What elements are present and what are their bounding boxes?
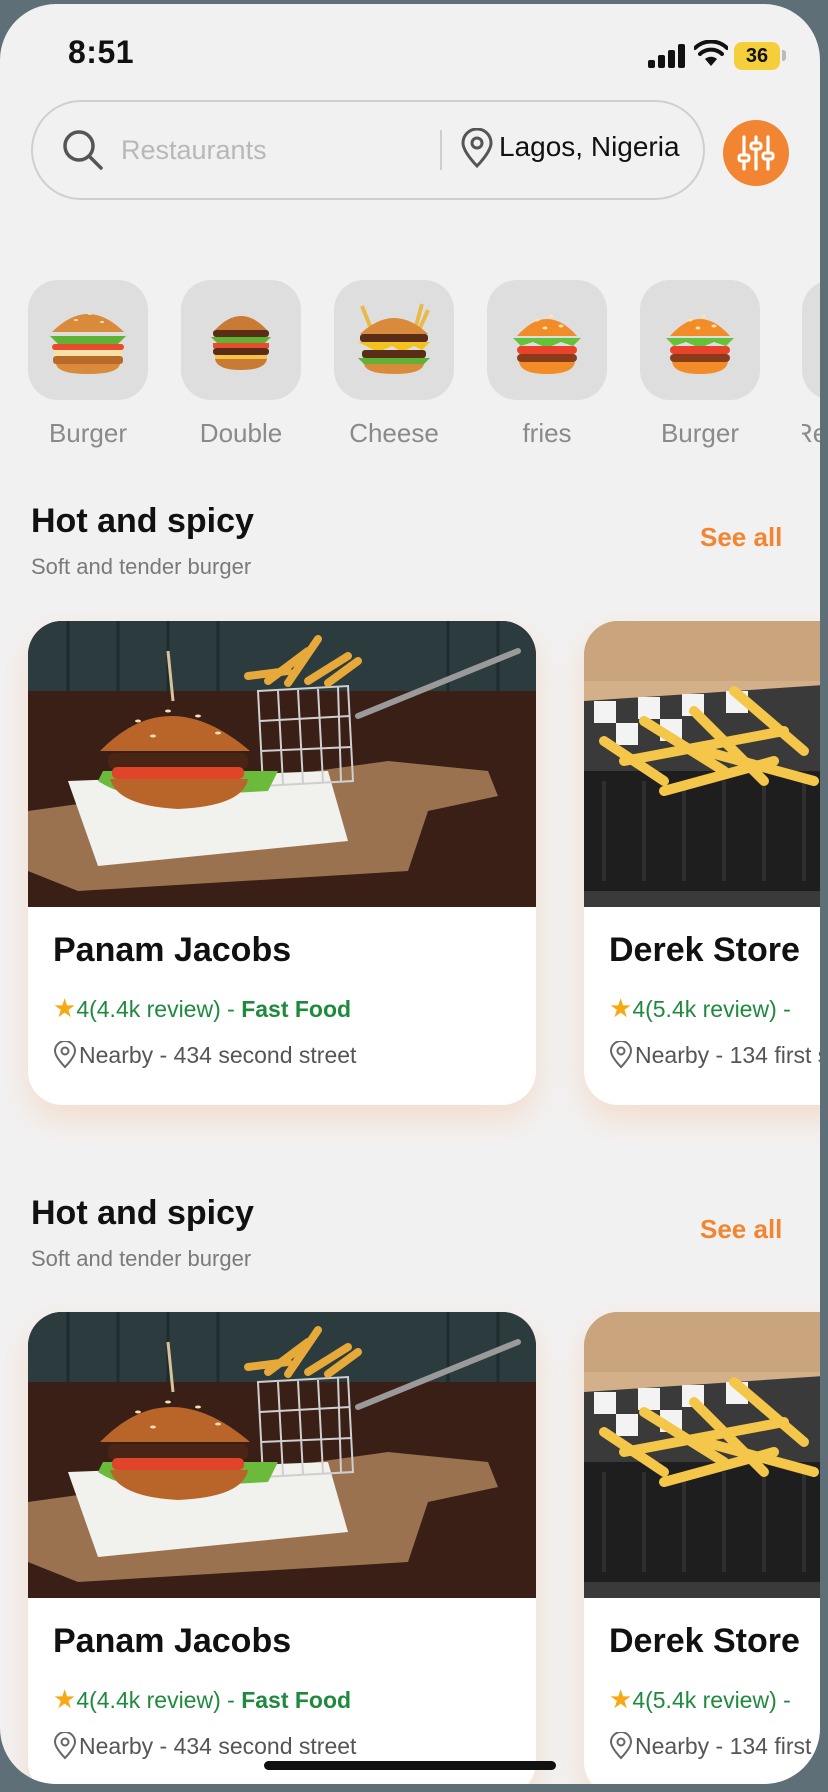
restaurant-category: Fast Food bbox=[241, 1687, 352, 1713]
status-time: 8:51 bbox=[68, 34, 135, 70]
restaurant-card[interactable]: Derek Store ★4(5.4k review) - Nearby - 1… bbox=[584, 1312, 820, 1784]
section-subtitle: Soft and tender burger bbox=[31, 554, 252, 579]
burger-emoji-icon bbox=[666, 314, 734, 374]
rating-text: 4(4.4k review) - bbox=[76, 1687, 235, 1713]
burger-fries-image bbox=[28, 1312, 536, 1598]
category-fries[interactable]: fries bbox=[487, 280, 607, 449]
category-label: Re bbox=[802, 418, 820, 448]
restaurant-address: Nearby - 134 first street bbox=[609, 1731, 820, 1760]
battery-icon: 36 bbox=[734, 42, 780, 70]
address-text: Nearby - 134 first street bbox=[635, 1733, 820, 1759]
restaurant-address: Nearby - 434 second street bbox=[53, 1731, 357, 1760]
restaurant-rating: ★4(4.4k review) - Fast Food bbox=[53, 1684, 351, 1715]
home-indicator[interactable] bbox=[264, 1761, 556, 1770]
search-icon bbox=[63, 130, 103, 170]
category-tile bbox=[181, 280, 301, 400]
filter-button[interactable] bbox=[723, 120, 789, 186]
category-cheese[interactable]: Cheese bbox=[334, 280, 454, 449]
restaurant-card[interactable]: Panam Jacobs ★4(4.4k review) - Fast Food… bbox=[28, 1312, 536, 1784]
rating-text: 4(5.4k review) - bbox=[632, 996, 791, 1022]
restaurant-name: Derek Store bbox=[609, 1622, 800, 1660]
location-pin-icon[interactable] bbox=[459, 128, 495, 168]
restaurant-rating: ★4(5.4k review) - bbox=[609, 1684, 791, 1715]
restaurant-address: Nearby - 434 second street bbox=[53, 1040, 357, 1069]
category-partial[interactable]: Re bbox=[802, 280, 820, 449]
location-pin-icon bbox=[53, 1040, 77, 1069]
category-label: Burger bbox=[48, 418, 128, 448]
rating-text: 4(5.4k review) - bbox=[632, 1687, 791, 1713]
wifi-icon bbox=[694, 40, 728, 66]
battery-tip bbox=[782, 50, 786, 61]
category-label: Cheese bbox=[349, 418, 439, 448]
section-title: Hot and spicy bbox=[31, 1194, 254, 1232]
location-pin-icon bbox=[53, 1731, 77, 1760]
burger-fries-image bbox=[28, 621, 536, 907]
location-pin-icon bbox=[609, 1040, 633, 1069]
category-tile bbox=[487, 280, 607, 400]
address-text: Nearby - 434 second street bbox=[79, 1042, 357, 1068]
search-divider bbox=[440, 130, 442, 170]
category-tile bbox=[802, 280, 820, 400]
star-icon: ★ bbox=[53, 993, 77, 1023]
category-label: fries bbox=[522, 418, 572, 448]
cellular-signal-icon bbox=[648, 44, 686, 68]
app-screen: 8:51 36 Lagos, Nigeria bbox=[0, 4, 820, 1784]
section-subtitle: Soft and tender burger bbox=[31, 1246, 252, 1271]
sliders-icon bbox=[737, 135, 775, 171]
category-burger-2[interactable]: Burger bbox=[640, 280, 760, 449]
category-label: Burger bbox=[660, 418, 740, 448]
restaurant-name: Panam Jacobs bbox=[53, 1622, 292, 1660]
address-text: Nearby - 134 first street bbox=[635, 1042, 820, 1068]
category-tile bbox=[334, 280, 454, 400]
restaurant-category: Fast Food bbox=[241, 996, 352, 1022]
category-burger[interactable]: Burger bbox=[28, 280, 148, 449]
star-icon: ★ bbox=[53, 1684, 77, 1714]
category-tile bbox=[640, 280, 760, 400]
star-icon: ★ bbox=[609, 993, 633, 1023]
restaurant-name: Panam Jacobs bbox=[53, 931, 292, 969]
restaurant-address: Nearby - 134 first street bbox=[609, 1040, 820, 1069]
search-input[interactable] bbox=[121, 130, 411, 170]
category-tile bbox=[28, 280, 148, 400]
location-pin-icon bbox=[609, 1731, 633, 1760]
status-bar: 8:51 36 bbox=[0, 4, 820, 104]
restaurant-card[interactable]: Derek Store ★4(5.4k review) - Nearby - 1… bbox=[584, 621, 820, 1105]
double-burger-icon bbox=[211, 316, 271, 370]
cheese-burger-icon bbox=[358, 303, 430, 374]
rating-text: 4(4.4k review) - bbox=[76, 996, 235, 1022]
category-double[interactable]: Double bbox=[181, 280, 301, 449]
location-selector[interactable]: Lagos, Nigeria bbox=[499, 131, 680, 163]
restaurant-name: Derek Store bbox=[609, 931, 800, 969]
burger-icon bbox=[50, 313, 126, 374]
restaurant-rating: ★4(5.4k review) - bbox=[609, 993, 791, 1024]
restaurant-rating: ★4(4.4k review) - Fast Food bbox=[53, 993, 351, 1024]
burger-emoji-icon bbox=[513, 314, 581, 374]
fries-basket-image bbox=[584, 1312, 820, 1598]
star-icon: ★ bbox=[609, 1684, 633, 1714]
section-title: Hot and spicy bbox=[31, 502, 254, 540]
fries-basket-image bbox=[584, 621, 820, 907]
restaurant-card[interactable]: Panam Jacobs ★4(4.4k review) - Fast Food… bbox=[28, 621, 536, 1105]
category-label: Double bbox=[199, 418, 283, 448]
battery-level: 36 bbox=[745, 45, 769, 67]
see-all-link[interactable]: See all bbox=[700, 522, 782, 553]
search-bar: Lagos, Nigeria bbox=[31, 100, 705, 200]
address-text: Nearby - 434 second street bbox=[79, 1733, 357, 1759]
see-all-link[interactable]: See all bbox=[700, 1214, 782, 1245]
